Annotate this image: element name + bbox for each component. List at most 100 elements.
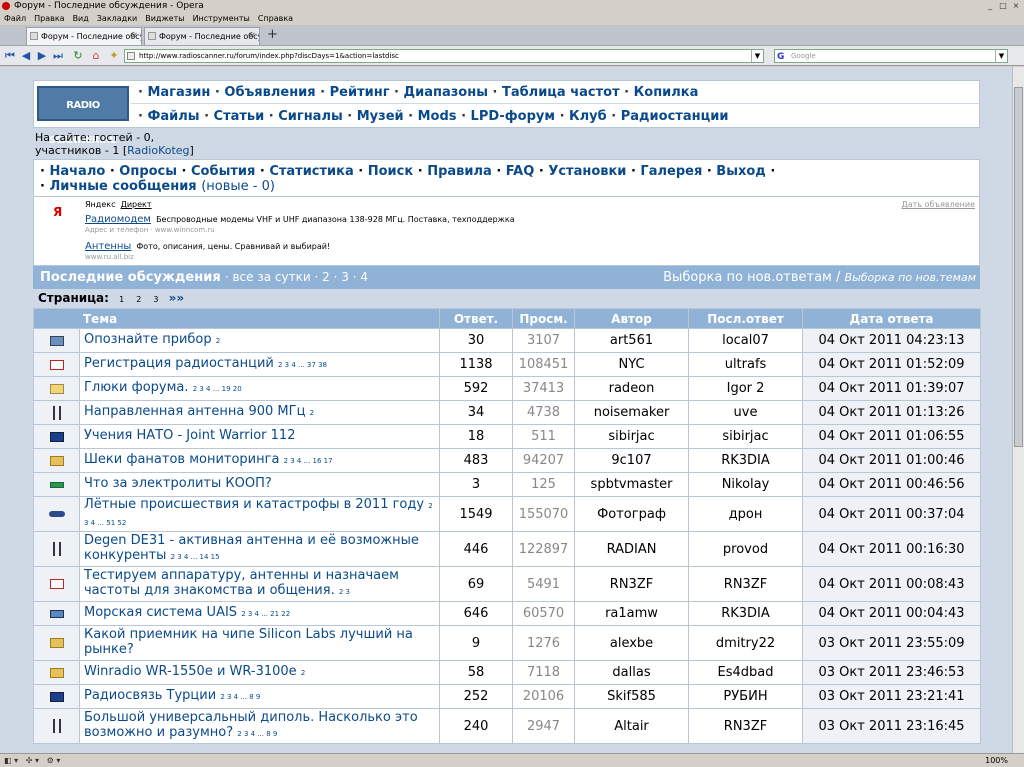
tab-2[interactable]: Форум - Последние обсу... ×: [144, 27, 260, 45]
author-cell[interactable]: noisemaker: [574, 400, 690, 425]
nav-shop[interactable]: Магазин: [147, 85, 210, 100]
wand-icon[interactable]: ✦: [108, 50, 120, 62]
nav-files[interactable]: Файлы: [147, 109, 199, 124]
menu-file[interactable]: Файл: [0, 12, 30, 25]
sort-by-replies[interactable]: Выборка по нов.ответам: [663, 270, 832, 285]
author-cell[interactable]: dallas: [574, 660, 690, 685]
author-cell[interactable]: Skif585: [574, 684, 690, 709]
forum-nav-home[interactable]: Начало: [49, 164, 105, 179]
forward-icon[interactable]: ▶: [36, 50, 48, 62]
forum-nav-logout[interactable]: Выход: [716, 164, 765, 179]
author-cell[interactable]: Altair: [574, 708, 690, 744]
scroll-thumb[interactable]: [1014, 87, 1023, 447]
sort-by-topics[interactable]: Выборка по нов.темам: [845, 271, 976, 284]
nav-rating[interactable]: Рейтинг: [330, 85, 390, 100]
filter-page-4[interactable]: 4: [360, 270, 368, 284]
topic-link[interactable]: Регистрация радиостанций: [84, 356, 274, 371]
give-ad-link[interactable]: Дать объявление: [902, 200, 975, 209]
author-cell[interactable]: NYC: [574, 352, 690, 377]
topic-pages[interactable]: 2: [310, 409, 314, 417]
last-reply-cell[interactable]: дрон: [688, 496, 804, 532]
forum-nav-stats[interactable]: Статистика: [269, 164, 353, 179]
ad-sub[interactable]: www.ru.all.biz: [85, 252, 330, 263]
next-page-link[interactable]: »»: [169, 291, 185, 305]
topic-link[interactable]: Winradio WR-1550e и WR-3100e: [84, 664, 297, 679]
url-field[interactable]: http://www.radioscanner.ru/forum/index.p…: [124, 49, 764, 63]
nav-ranges[interactable]: Диапазоны: [404, 85, 488, 100]
menu-tools[interactable]: Инструменты: [189, 12, 254, 25]
last-reply-cell[interactable]: uve: [688, 400, 804, 425]
author-cell[interactable]: art561: [574, 328, 690, 353]
col-date[interactable]: Дата ответа: [802, 308, 982, 329]
last-reply-cell[interactable]: dmitry22: [688, 625, 804, 661]
author-cell[interactable]: radeon: [574, 376, 690, 401]
last-reply-cell[interactable]: RK3DIA: [688, 448, 804, 473]
nav-freq-table[interactable]: Таблица частот: [502, 85, 620, 100]
last-reply-cell[interactable]: Es4dbad: [688, 660, 804, 685]
search-field[interactable]: G Google ▼: [774, 49, 1008, 63]
author-cell[interactable]: RADIAN: [574, 531, 690, 567]
col-last-reply[interactable]: Посл.ответ: [688, 308, 804, 329]
zoom-level[interactable]: 100%: [985, 754, 1008, 767]
topic-link[interactable]: Учения НАТО - Joint Warrior 112: [84, 428, 295, 443]
filter-page-2[interactable]: 2: [322, 270, 330, 284]
online-user-link[interactable]: RadioKoteg: [127, 144, 189, 157]
vertical-scrollbar[interactable]: [1012, 67, 1024, 753]
topic-link[interactable]: Направленная антенна 900 МГц: [84, 404, 305, 419]
forum-nav-pm[interactable]: Личные сообщения: [49, 179, 196, 194]
forum-nav-settings[interactable]: Установки: [548, 164, 626, 179]
author-cell[interactable]: sibirjac: [574, 424, 690, 449]
ad-title[interactable]: Антенны: [85, 241, 131, 252]
topic-link[interactable]: Опознайте прибор: [84, 332, 212, 347]
last-reply-cell[interactable]: sibirjac: [688, 424, 804, 449]
col-topic[interactable]: Тема: [32, 308, 441, 329]
last-reply-cell[interactable]: provod: [688, 531, 804, 567]
minimize-icon[interactable]: _: [984, 1, 996, 11]
author-cell[interactable]: Фотограф: [574, 496, 690, 532]
last-reply-cell[interactable]: RK3DIA: [688, 601, 804, 626]
page-2[interactable]: 2: [130, 295, 147, 304]
tab-1[interactable]: Форум - Последние обсу... ×: [26, 27, 142, 45]
topic-pages[interactable]: 2 3 4 ... 8 9: [220, 693, 260, 701]
forum-nav-search[interactable]: Поиск: [368, 164, 413, 179]
menu-help[interactable]: Справка: [254, 12, 297, 25]
topic-pages[interactable]: 2 3 4 ... 14 15: [171, 553, 220, 561]
topic-link[interactable]: Глюки форума.: [84, 380, 189, 395]
topic-link[interactable]: Шеки фанатов мониторинга: [84, 452, 279, 467]
author-cell[interactable]: ra1amw: [574, 601, 690, 626]
reload-icon[interactable]: ↻: [72, 50, 84, 62]
new-tab-icon[interactable]: +: [267, 28, 278, 42]
topic-pages[interactable]: 2 3 4 ... 19 20: [193, 385, 242, 393]
forum-nav-gallery[interactable]: Галерея: [640, 164, 702, 179]
yandex-direct-label[interactable]: Яндекс Директ: [85, 200, 152, 209]
author-cell[interactable]: alexbe: [574, 625, 690, 661]
filter-page-3[interactable]: 3: [341, 270, 349, 284]
last-reply-cell[interactable]: ultrafs: [688, 352, 804, 377]
topic-link[interactable]: Тестируем аппаратуру, антенны и назначае…: [84, 568, 399, 598]
close-tab-icon[interactable]: ×: [130, 28, 138, 45]
author-cell[interactable]: spbtvmaster: [574, 472, 690, 497]
fast-forward-icon[interactable]: ⏭: [52, 50, 64, 62]
nav-radiostations[interactable]: Радиостанции: [621, 109, 729, 124]
page-1[interactable]: 1: [113, 295, 130, 304]
author-cell[interactable]: RN3ZF: [574, 566, 690, 602]
topic-pages[interactable]: 2: [301, 669, 305, 677]
topic-link[interactable]: Degen DE31 - активная антенна и её возмо…: [84, 533, 419, 563]
topic-link[interactable]: Радиосвязь Турции: [84, 688, 216, 703]
nav-signals[interactable]: Сигналы: [278, 109, 342, 124]
site-logo[interactable]: RADIO SCANNER.RU: [37, 86, 129, 146]
search-dropdown-icon[interactable]: ▼: [995, 50, 1007, 62]
forum-nav-faq[interactable]: FAQ: [506, 164, 535, 179]
last-reply-cell[interactable]: Igor 2: [688, 376, 804, 401]
rewind-icon[interactable]: ⏮: [4, 50, 16, 62]
menu-edit[interactable]: Правка: [30, 12, 68, 25]
page-3[interactable]: 3: [147, 295, 164, 304]
close-icon[interactable]: ×: [1010, 1, 1022, 11]
nav-lpd-forum[interactable]: LPD-форум: [471, 109, 555, 124]
topic-pages[interactable]: 2 3 4 ... 37 38: [278, 361, 327, 369]
topic-pages[interactable]: 2 3 4 ... 21 22: [241, 610, 290, 618]
menu-view[interactable]: Вид: [69, 12, 93, 25]
forum-nav-polls[interactable]: Опросы: [119, 164, 177, 179]
close-tab-icon[interactable]: ×: [248, 28, 256, 45]
last-reply-cell[interactable]: РУБИН: [688, 684, 804, 709]
